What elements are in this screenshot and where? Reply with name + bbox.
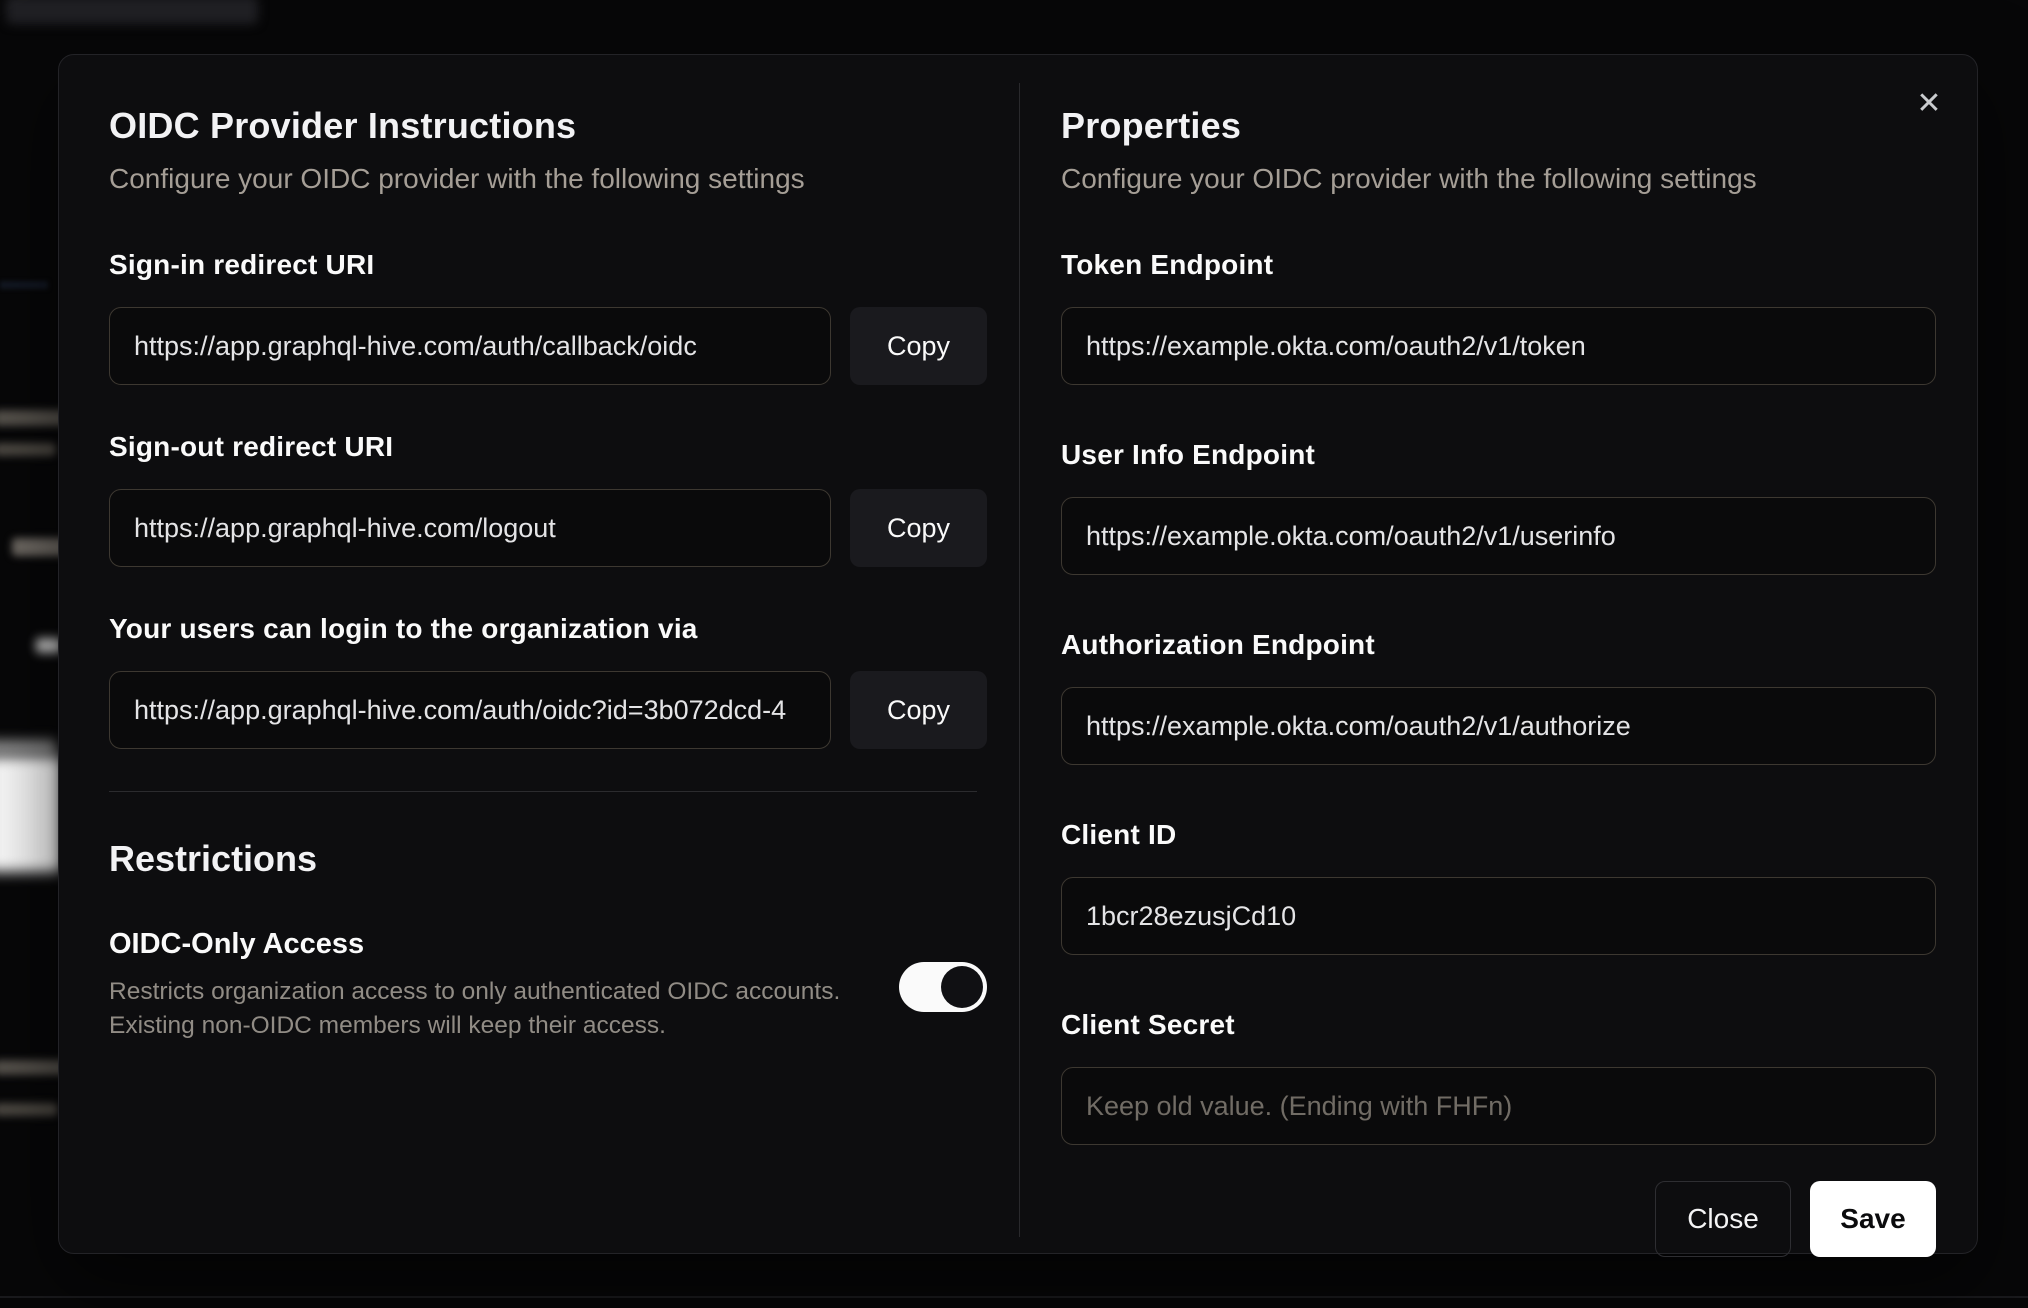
- client-id-label: Client ID: [1061, 819, 1177, 850]
- client-secret-input[interactable]: [1061, 1067, 1936, 1145]
- signin-redirect-uri-input[interactable]: [109, 307, 831, 385]
- background-blurred-text: [0, 1103, 58, 1116]
- oidc-settings-modal: ✕ OIDC Provider Instructions Configure y…: [58, 54, 1978, 1257]
- authorization-endpoint-input[interactable]: [1061, 687, 1936, 765]
- userinfo-endpoint-input[interactable]: [1061, 497, 1936, 575]
- oidc-only-access-toggle[interactable]: [899, 962, 987, 1012]
- instructions-column: OIDC Provider Instructions Configure you…: [109, 105, 987, 1043]
- save-button[interactable]: Save: [1810, 1181, 1936, 1257]
- signin-redirect-uri-label: Sign-in redirect URI: [109, 249, 375, 280]
- oidc-only-access-description-line2: Existing non-OIDC members will keep thei…: [109, 1012, 666, 1039]
- token-endpoint-label: Token Endpoint: [1061, 249, 1274, 280]
- close-button[interactable]: Close: [1655, 1181, 1791, 1257]
- instructions-subtitle: Configure your OIDC provider with the fo…: [109, 163, 805, 194]
- properties-column: Properties Configure your OIDC provider …: [1061, 105, 1936, 1257]
- oidc-only-access-row: OIDC-Only Access Restricts organization …: [109, 928, 987, 1043]
- signout-redirect-uri-label: Sign-out redirect URI: [109, 431, 394, 462]
- restrictions-title: Restrictions: [109, 838, 318, 879]
- field-token-endpoint: Token Endpoint: [1061, 249, 1936, 385]
- copy-signout-uri-button[interactable]: Copy: [850, 489, 987, 567]
- field-login-url: Your users can login to the organization…: [109, 613, 987, 749]
- instructions-title: OIDC Provider Instructions: [109, 105, 577, 146]
- login-url-input[interactable]: [109, 671, 831, 749]
- client-secret-label: Client Secret: [1061, 1009, 1235, 1040]
- field-userinfo-endpoint: User Info Endpoint: [1061, 439, 1936, 575]
- oidc-only-access-description-line1: Restricts organization access to only au…: [109, 978, 841, 1005]
- field-signin-redirect-uri: Sign-in redirect URI Copy: [109, 249, 987, 385]
- column-divider: [1019, 83, 1020, 1237]
- token-endpoint-input[interactable]: [1061, 307, 1936, 385]
- background-blurred-button: [0, 756, 62, 872]
- background-divider: [0, 1296, 2028, 1298]
- properties-title: Properties: [1061, 105, 1242, 146]
- authorization-endpoint-label: Authorization Endpoint: [1061, 629, 1375, 660]
- copy-login-url-button[interactable]: Copy: [850, 671, 987, 749]
- properties-subtitle: Configure your OIDC provider with the fo…: [1061, 163, 1757, 194]
- background-blurred-menu: [6, 0, 258, 24]
- oidc-only-access-label: OIDC-Only Access: [109, 928, 365, 960]
- userinfo-endpoint-label: User Info Endpoint: [1061, 439, 1316, 470]
- modal-actions: Close Save: [1061, 1181, 1936, 1257]
- background-blurred-highlight: [0, 740, 56, 754]
- field-signout-redirect-uri: Sign-out redirect URI Copy: [109, 431, 987, 567]
- client-id-input[interactable]: [1061, 877, 1936, 955]
- field-client-id: Client ID: [1061, 819, 1936, 955]
- section-divider: [109, 791, 977, 792]
- background-blurred-text: [0, 443, 56, 456]
- field-authorization-endpoint: Authorization Endpoint: [1061, 629, 1936, 765]
- copy-signin-uri-button[interactable]: Copy: [850, 307, 987, 385]
- field-client-secret: Client Secret: [1061, 1009, 1936, 1145]
- login-url-label: Your users can login to the organization…: [109, 613, 698, 644]
- background-blurred-line: [0, 281, 48, 289]
- toggle-thumb: [941, 966, 983, 1008]
- signout-redirect-uri-input[interactable]: [109, 489, 831, 567]
